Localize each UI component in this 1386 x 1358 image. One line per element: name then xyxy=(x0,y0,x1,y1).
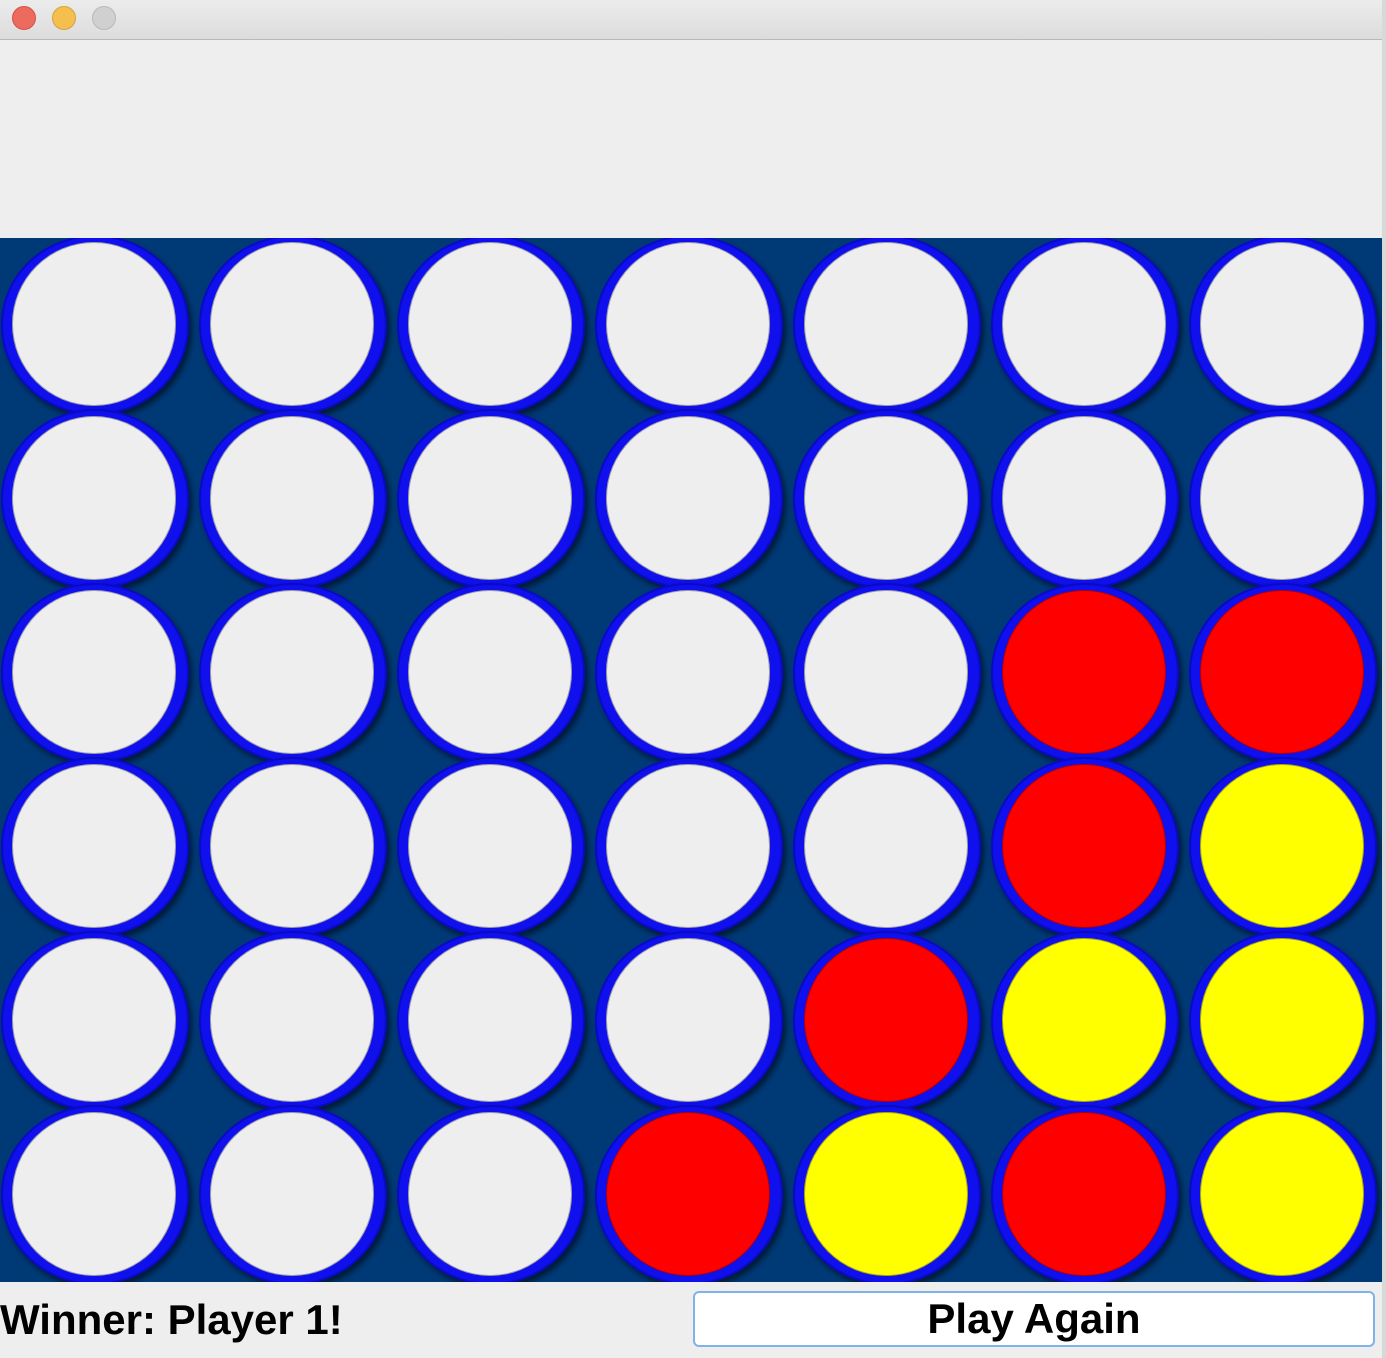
empty-slot xyxy=(804,242,968,406)
status-bar: Winner: Player 1! Play Again xyxy=(0,1282,1382,1358)
empty-slot xyxy=(1200,416,1364,580)
board-slot[interactable] xyxy=(594,1105,792,1282)
empty-slot xyxy=(210,590,374,754)
board-slot[interactable] xyxy=(792,238,990,415)
board-slot[interactable] xyxy=(198,1105,396,1282)
board-slot[interactable] xyxy=(396,238,594,415)
board-slot[interactable] xyxy=(1188,757,1382,937)
board-slot[interactable] xyxy=(594,583,792,763)
empty-slot xyxy=(210,764,374,928)
board-slot[interactable] xyxy=(990,409,1188,589)
board-slot[interactable] xyxy=(1188,409,1382,589)
winner-label: Winner: Player 1! xyxy=(0,1296,343,1343)
empty-slot xyxy=(804,764,968,928)
board-slot[interactable] xyxy=(396,1105,594,1282)
empty-slot xyxy=(408,764,572,928)
board-slot[interactable] xyxy=(0,409,198,589)
board-slot[interactable] xyxy=(396,583,594,763)
yellow-disc xyxy=(804,1112,968,1276)
yellow-disc xyxy=(1200,1112,1364,1276)
empty-slot xyxy=(12,1112,176,1276)
empty-slot xyxy=(1002,242,1166,406)
red-disc xyxy=(1002,590,1166,754)
play-again-button[interactable]: Play Again xyxy=(693,1291,1375,1347)
board-slot[interactable] xyxy=(396,757,594,937)
red-disc xyxy=(1002,1112,1166,1276)
yellow-disc xyxy=(1002,938,1166,1102)
empty-slot xyxy=(804,416,968,580)
board-slot[interactable] xyxy=(594,931,792,1111)
board-slot[interactable] xyxy=(0,238,198,415)
drop-area[interactable] xyxy=(0,40,1382,238)
board-slot[interactable] xyxy=(1188,931,1382,1111)
board-slot[interactable] xyxy=(792,583,990,763)
empty-slot xyxy=(606,764,770,928)
board-slot[interactable] xyxy=(990,1105,1188,1282)
board-slot[interactable] xyxy=(990,757,1188,937)
board-slot[interactable] xyxy=(198,238,396,415)
empty-slot xyxy=(1200,242,1364,406)
board-slot[interactable] xyxy=(0,583,198,763)
board-slot[interactable] xyxy=(198,931,396,1111)
empty-slot xyxy=(12,242,176,406)
empty-slot xyxy=(210,416,374,580)
red-disc xyxy=(1002,764,1166,928)
empty-slot xyxy=(1002,416,1166,580)
board-slot[interactable] xyxy=(594,757,792,937)
empty-slot xyxy=(408,242,572,406)
empty-slot xyxy=(606,590,770,754)
red-disc xyxy=(1200,590,1364,754)
empty-slot xyxy=(12,938,176,1102)
board-slot[interactable] xyxy=(0,931,198,1111)
empty-slot xyxy=(12,590,176,754)
board-slot[interactable] xyxy=(0,757,198,937)
board-slot[interactable] xyxy=(792,409,990,589)
empty-slot xyxy=(408,938,572,1102)
window-edge xyxy=(1382,0,1386,1358)
board-slot[interactable] xyxy=(990,583,1188,763)
yellow-disc xyxy=(1200,938,1364,1102)
empty-slot xyxy=(12,764,176,928)
red-disc xyxy=(606,1112,770,1276)
board-slot[interactable] xyxy=(0,1105,198,1282)
empty-slot xyxy=(408,1112,572,1276)
board-slot[interactable] xyxy=(792,931,990,1111)
red-disc xyxy=(804,938,968,1102)
board-slot[interactable] xyxy=(396,409,594,589)
empty-slot xyxy=(606,938,770,1102)
yellow-disc xyxy=(1200,764,1364,928)
empty-slot xyxy=(804,590,968,754)
zoom-window-button[interactable] xyxy=(92,6,116,30)
game-window: Winner: Player 1! Play Again xyxy=(0,0,1382,1358)
board-slot[interactable] xyxy=(594,238,792,415)
board-slot[interactable] xyxy=(1188,1105,1382,1282)
minimize-window-button[interactable] xyxy=(52,6,76,30)
board-slot[interactable] xyxy=(396,931,594,1111)
game-board[interactable] xyxy=(0,238,1382,1282)
empty-slot xyxy=(210,1112,374,1276)
board-slot[interactable] xyxy=(990,238,1188,415)
board-slot[interactable] xyxy=(594,409,792,589)
empty-slot xyxy=(210,938,374,1102)
board-slot[interactable] xyxy=(792,1105,990,1282)
empty-slot xyxy=(606,416,770,580)
empty-slot xyxy=(210,242,374,406)
board-slot[interactable] xyxy=(1188,238,1382,415)
board-slot[interactable] xyxy=(198,757,396,937)
empty-slot xyxy=(408,416,572,580)
board-slot[interactable] xyxy=(792,757,990,937)
board-slot[interactable] xyxy=(990,931,1188,1111)
title-bar xyxy=(0,0,1382,40)
board-slot[interactable] xyxy=(198,409,396,589)
empty-slot xyxy=(12,416,176,580)
board-slot[interactable] xyxy=(198,583,396,763)
close-window-button[interactable] xyxy=(12,6,36,30)
empty-slot xyxy=(606,242,770,406)
empty-slot xyxy=(408,590,572,754)
board-slot[interactable] xyxy=(1188,583,1382,763)
